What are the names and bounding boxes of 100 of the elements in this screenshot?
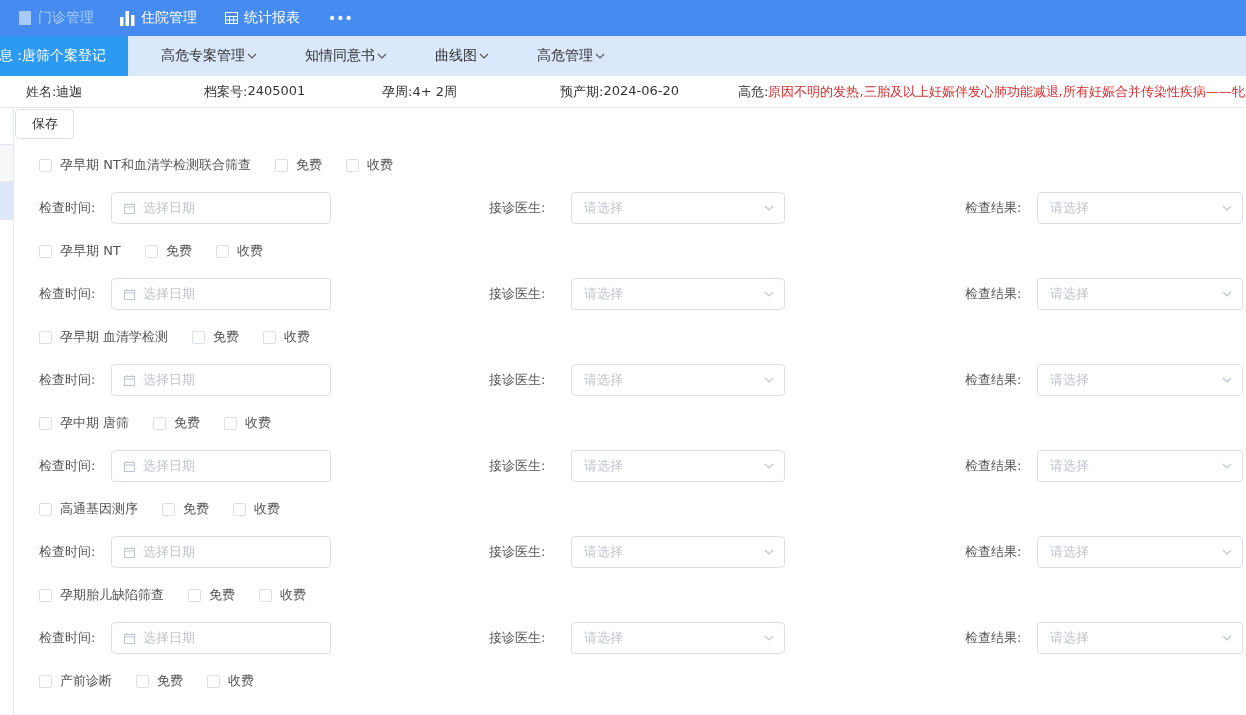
checkbox-box[interactable] <box>345 158 359 172</box>
caret-icon <box>1222 205 1232 211</box>
field-label: 检查结果: <box>965 543 1023 561</box>
tab[interactable]: 高危管理 <box>537 36 605 76</box>
calendar-icon <box>124 202 135 214</box>
info-text: 孕周: <box>382 82 413 101</box>
tab[interactable]: 知情同意书 <box>305 36 387 76</box>
checkbox-box[interactable] <box>39 502 52 516</box>
tab[interactable]: 曲线图 <box>435 36 489 76</box>
checkbox[interactable]: 免费 <box>162 500 209 518</box>
patient-name: 迪迦 <box>56 82 83 101</box>
field-label: 检查结果: <box>965 371 1023 389</box>
calendar-icon <box>124 460 135 472</box>
checkbox-box[interactable] <box>39 588 52 602</box>
field-label: 检查时间: <box>39 285 97 303</box>
table-icon <box>225 12 238 24</box>
caret-icon <box>595 53 605 59</box>
tab[interactable]: 高危专案管理 <box>161 36 257 76</box>
caret-icon <box>247 53 257 59</box>
field-label: 检查时间: <box>39 629 97 647</box>
gestational-week: 4+ 2周 <box>412 82 457 101</box>
caret-icon <box>764 377 774 383</box>
risk-text: 原因不明的发热,三胎及以上妊娠伴发心肺功能减退,所有妊娠合并传染性疾病——牝 <box>768 82 1245 101</box>
checkbox[interactable]: 孕早期 血清学检测 <box>39 328 169 346</box>
checkbox[interactable]: 产前诊断 <box>39 672 112 690</box>
info-text: 高危: <box>738 82 769 101</box>
checkbox-box[interactable] <box>274 158 288 172</box>
field-label: 接诊医生: <box>489 199 547 217</box>
info-text: 档案号: <box>204 82 248 101</box>
checkbox[interactable]: 免费 <box>188 586 235 604</box>
checkbox[interactable]: 收费 <box>215 242 263 260</box>
checkbox-box[interactable] <box>39 244 52 258</box>
field-label: 检查结果: <box>965 199 1023 217</box>
checkbox[interactable]: 孕中期 唐筛 <box>39 414 130 432</box>
checkbox-box[interactable] <box>192 330 206 344</box>
checkbox[interactable]: 孕早期 NT <box>39 242 121 260</box>
caret-icon <box>1222 377 1232 383</box>
checkbox[interactable]: 高通基因测序 <box>39 500 138 518</box>
checkbox[interactable]: 免费 <box>136 672 183 690</box>
calendar-icon <box>124 632 135 644</box>
field-label: 检查时间: <box>39 457 97 475</box>
field-label: 检查结果: <box>965 285 1023 303</box>
checkbox-box[interactable] <box>263 330 277 344</box>
checkbox[interactable]: 免费 <box>144 242 192 260</box>
checkbox-box[interactable] <box>39 330 52 344</box>
sidebar-item[interactable] <box>0 144 13 182</box>
checkbox[interactable]: 免费 <box>274 156 322 174</box>
field-label: 接诊医生: <box>489 457 547 475</box>
checkbox[interactable]: 免费 <box>153 414 201 432</box>
checkbox-box[interactable] <box>188 588 201 602</box>
calendar-icon <box>124 288 135 300</box>
field-label: 检查时间: <box>39 199 97 217</box>
save-button[interactable]: 保存 <box>15 109 74 139</box>
checkbox-box[interactable] <box>224 416 238 430</box>
checkbox-box[interactable] <box>233 502 246 516</box>
caret-icon <box>1222 291 1232 297</box>
checkbox-box[interactable] <box>39 158 52 172</box>
caret-icon <box>1222 463 1232 469</box>
caret-icon <box>764 549 774 555</box>
checkbox[interactable]: 收费 <box>207 672 254 690</box>
field-label: 检查时间: <box>39 371 97 389</box>
info-text: 预产期: <box>560 82 604 101</box>
bar-chart-icon <box>120 10 135 26</box>
checkbox[interactable]: 收费 <box>233 500 280 518</box>
info-text: 姓名: <box>26 82 57 101</box>
caret-icon <box>764 463 774 469</box>
field-label: 接诊医生: <box>489 629 547 647</box>
field-label: 接诊医生: <box>489 285 547 303</box>
field-label: 检查时间: <box>39 543 97 561</box>
checkbox[interactable]: 孕早期 NT和血清学检测联合筛查 <box>39 156 251 174</box>
checkbox[interactable]: 收费 <box>224 414 272 432</box>
checkbox-box[interactable] <box>162 502 175 516</box>
checkbox[interactable]: 免费 <box>192 328 240 346</box>
checkbox[interactable]: 孕期胎儿缺陷筛查 <box>39 586 164 604</box>
field-label: 接诊医生: <box>489 543 547 561</box>
calendar-icon <box>124 374 135 386</box>
caret-icon <box>764 205 774 211</box>
due-date: 2024-06-20 <box>603 82 679 100</box>
caret-icon <box>764 635 774 641</box>
sidebar-item[interactable] <box>0 182 13 220</box>
checkbox-box[interactable] <box>136 674 149 688</box>
checkbox-box[interactable] <box>153 416 167 430</box>
checkbox-box[interactable] <box>39 416 52 430</box>
caret-icon <box>764 291 774 297</box>
caret-icon <box>1222 635 1232 641</box>
checkbox[interactable]: 收费 <box>259 586 306 604</box>
caret-icon <box>377 53 387 59</box>
checkbox[interactable]: 收费 <box>345 156 393 174</box>
caret-icon <box>1222 549 1232 555</box>
field-label: 检查结果: <box>965 457 1023 475</box>
field-label: 接诊医生: <box>489 371 547 389</box>
checkbox-box[interactable] <box>215 244 229 258</box>
checkbox-box[interactable] <box>39 674 52 688</box>
checkbox-box[interactable] <box>207 674 220 688</box>
checkbox-box[interactable] <box>259 588 272 602</box>
file-number: 2405001 <box>247 82 306 100</box>
checkbox[interactable]: 收费 <box>263 328 311 346</box>
caret-icon <box>479 53 489 59</box>
checkbox-box[interactable] <box>144 244 158 258</box>
book-icon <box>18 10 32 26</box>
